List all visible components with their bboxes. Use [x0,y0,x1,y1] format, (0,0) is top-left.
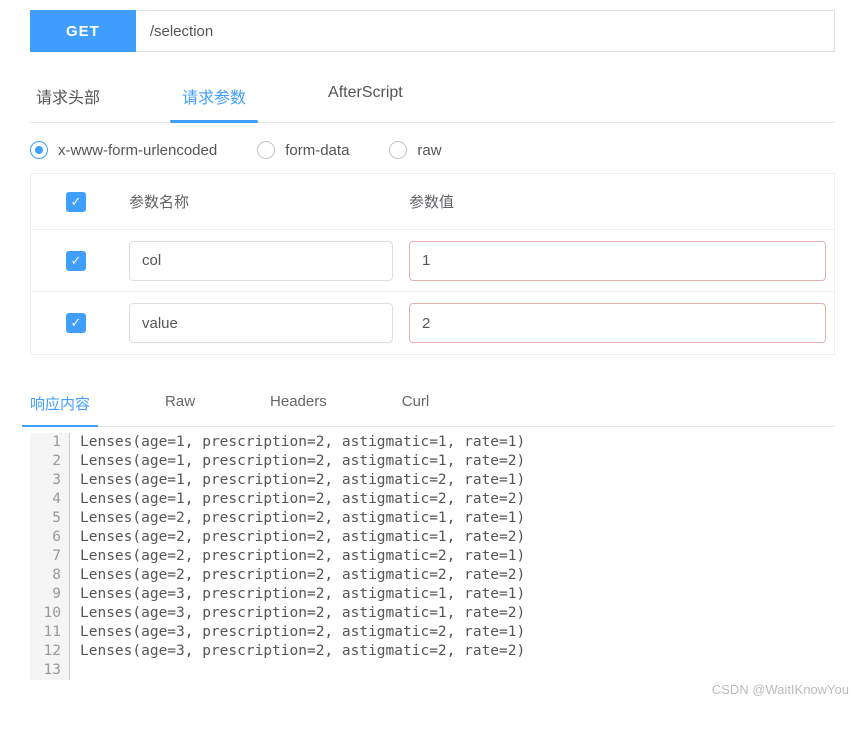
radio-label: x-www-form-urlencoded [58,142,217,159]
radio-icon [257,141,275,159]
tab-response-raw[interactable]: Raw [165,385,195,426]
tab-after-script[interactable]: AfterScript [322,74,409,122]
radio-urlencoded[interactable]: x-www-form-urlencoded [30,141,217,159]
param-value-input[interactable] [409,241,826,281]
http-method-button[interactable]: GET [30,10,136,52]
line-content: Lenses(age=2, prescription=2, astigmatic… [70,528,525,547]
line-content: Lenses(age=1, prescription=2, astigmatic… [70,452,525,471]
response-body: 1Lenses(age=1, prescription=2, astigmati… [30,433,835,680]
radio-label: raw [417,142,441,159]
line-content: Lenses(age=3, prescription=2, astigmatic… [70,585,525,604]
code-line: 4Lenses(age=1, prescription=2, astigmati… [30,490,835,509]
line-content: Lenses(age=2, prescription=2, astigmatic… [70,566,525,585]
param-row: ✓ [31,230,834,292]
line-content: Lenses(age=1, prescription=2, astigmatic… [70,490,525,509]
params-header-name: 参数名称 [121,191,401,212]
line-number: 3 [30,471,70,490]
radio-form-data[interactable]: form-data [257,141,349,159]
line-number: 12 [30,642,70,661]
watermark: CSDN @WaitIKnowYou [0,678,865,701]
line-number: 4 [30,490,70,509]
tab-request-headers[interactable]: 请求头部 [30,74,106,122]
code-line: 10Lenses(age=3, prescription=2, astigmat… [30,604,835,623]
line-number: 10 [30,604,70,623]
url-input[interactable] [136,10,835,52]
code-line: 2Lenses(age=1, prescription=2, astigmati… [30,452,835,471]
code-line: 11Lenses(age=3, prescription=2, astigmat… [30,623,835,642]
line-content: Lenses(age=2, prescription=2, astigmatic… [70,509,525,528]
line-content: Lenses(age=1, prescription=2, astigmatic… [70,433,525,452]
code-line: 6Lenses(age=2, prescription=2, astigmati… [30,528,835,547]
code-line: 12Lenses(age=3, prescription=2, astigmat… [30,642,835,661]
line-number: 13 [30,661,70,680]
request-tabs: 请求头部 请求参数 AfterScript [30,74,835,123]
param-checkbox[interactable]: ✓ [66,251,86,271]
code-line: 5Lenses(age=2, prescription=2, astigmati… [30,509,835,528]
param-row: ✓ [31,292,834,354]
body-type-radios: x-www-form-urlencoded form-data raw [30,141,835,159]
line-content: Lenses(age=2, prescription=2, astigmatic… [70,547,525,566]
url-bar: GET [30,10,835,52]
line-number: 11 [30,623,70,642]
line-number: 8 [30,566,70,585]
radio-icon [30,141,48,159]
param-name-input[interactable] [129,241,393,281]
code-line: 1Lenses(age=1, prescription=2, astigmati… [30,433,835,452]
code-line: 9Lenses(age=3, prescription=2, astigmati… [30,585,835,604]
line-content: Lenses(age=3, prescription=2, astigmatic… [70,623,525,642]
line-number: 7 [30,547,70,566]
radio-raw[interactable]: raw [389,141,441,159]
code-line: 8Lenses(age=2, prescription=2, astigmati… [30,566,835,585]
params-header-value: 参数值 [401,191,834,212]
line-number: 6 [30,528,70,547]
param-value-input[interactable] [409,303,826,343]
line-content: Lenses(age=1, prescription=2, astigmatic… [70,471,525,490]
params-table: ✓ 参数名称 参数值 ✓ ✓ [30,173,835,355]
line-number: 5 [30,509,70,528]
tab-response-headers[interactable]: Headers [270,385,327,426]
check-icon: ✓ [71,253,82,269]
line-number: 9 [30,585,70,604]
tab-request-params[interactable]: 请求参数 [176,74,252,122]
tab-response-content[interactable]: 响应内容 [30,385,90,426]
param-checkbox[interactable]: ✓ [66,313,86,333]
select-all-checkbox[interactable]: ✓ [66,192,86,212]
code-line: 3Lenses(age=1, prescription=2, astigmati… [30,471,835,490]
line-number: 1 [30,433,70,452]
line-content: Lenses(age=3, prescription=2, astigmatic… [70,604,525,623]
response-tabs: 响应内容 Raw Headers Curl [30,385,835,427]
check-icon: ✓ [71,194,82,210]
code-line: 7Lenses(age=2, prescription=2, astigmati… [30,547,835,566]
line-number: 2 [30,452,70,471]
param-name-input[interactable] [129,303,393,343]
line-content [70,661,80,680]
check-icon: ✓ [71,315,82,331]
params-header-row: ✓ 参数名称 参数值 [31,174,834,230]
tab-response-curl[interactable]: Curl [402,385,430,426]
line-content: Lenses(age=3, prescription=2, astigmatic… [70,642,525,661]
radio-label: form-data [285,142,349,159]
radio-icon [389,141,407,159]
